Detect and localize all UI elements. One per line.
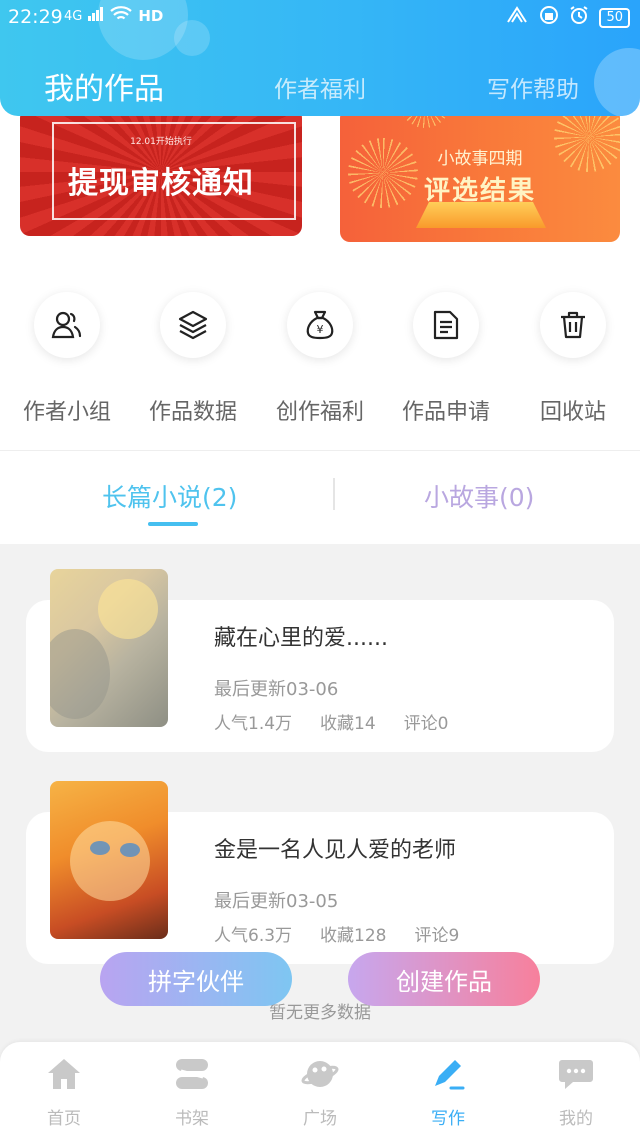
- layers-icon: [160, 292, 226, 358]
- banner-subtitle: 12.01开始执行: [130, 137, 192, 147]
- cover-art: [70, 821, 150, 901]
- tab-separator: [333, 478, 335, 510]
- home-icon: [0, 1054, 128, 1094]
- quick-action-work-application[interactable]: 作品申请: [383, 292, 509, 426]
- nav-item-mine[interactable]: 我的: [512, 1054, 640, 1129]
- money-bag-icon: ¥: [287, 292, 353, 358]
- nav-label: 写作: [431, 1109, 465, 1129]
- quick-action-label: 回收站: [539, 400, 606, 425]
- divider: [0, 450, 640, 451]
- header-tabs: 我的作品 作者福利 写作帮助: [0, 58, 640, 110]
- alarm-clock-icon: [569, 5, 589, 30]
- nav-label: 我的: [559, 1109, 593, 1129]
- quick-action-label: 创作福利: [275, 400, 364, 425]
- nav-label: 书架: [175, 1109, 209, 1129]
- bookshelf-icon: [128, 1054, 256, 1094]
- work-last-updated: 最后更新03-06: [214, 679, 339, 700]
- nav-label: 广场: [303, 1109, 337, 1129]
- pen-icon: [384, 1054, 512, 1094]
- work-title[interactable]: 金是一名人见人爱的老师: [214, 832, 456, 864]
- quick-actions: 作者小组 作品数据 ¥ 创作福利 作品申请 回收站: [0, 292, 640, 432]
- work-title[interactable]: 藏在心里的爱......: [214, 620, 388, 652]
- trash-icon: [540, 292, 606, 358]
- nfc-icon: [505, 6, 529, 29]
- battery-indicator: 50: [599, 7, 630, 28]
- writing-partner-button[interactable]: 拼字伙伴: [100, 952, 292, 1006]
- status-bar: 22:29 4G HD 50: [0, 0, 640, 34]
- tab-long-novels[interactable]: 长篇小说(2): [102, 478, 237, 514]
- alarm-lock-icon: [539, 5, 559, 30]
- quick-action-label: 作品数据: [148, 400, 237, 425]
- page: 12.01开始执行 提现审核通知 小故事四期 评选结果 作者小组 作品数据 ¥ …: [0, 0, 640, 1138]
- banner-title: 提现审核通知: [68, 166, 254, 201]
- work-popularity: 人气6.3万: [214, 926, 293, 946]
- banner-title: 评选结果: [423, 176, 536, 206]
- work-favorites: 收藏14: [320, 714, 376, 734]
- work-stats: 人气6.3万 收藏128 评论9: [214, 921, 487, 946]
- tab-my-works[interactable]: 我的作品: [44, 64, 164, 108]
- wifi-icon: [110, 6, 133, 26]
- work-last-updated: 最后更新03-05: [214, 891, 339, 912]
- svg-text:¥: ¥: [317, 323, 324, 336]
- cover-art: [90, 841, 110, 855]
- quick-action-author-group[interactable]: 作者小组: [4, 292, 130, 426]
- status-left-icons: 4G HD: [64, 6, 163, 26]
- status-time: 22:29: [8, 6, 63, 28]
- nav-item-plaza[interactable]: 广场: [256, 1054, 384, 1129]
- work-stats: 人气1.4万 收藏14 评论0: [214, 709, 477, 734]
- tab-author-benefits[interactable]: 作者福利: [274, 70, 366, 104]
- create-work-button[interactable]: 创建作品: [348, 952, 540, 1006]
- work-cover-image[interactable]: [50, 569, 168, 727]
- work-comments: 评论0: [403, 714, 449, 734]
- work-favorites: 收藏128: [320, 926, 387, 946]
- nav-item-write[interactable]: 写作: [384, 1054, 512, 1129]
- network-type: 4G: [64, 8, 83, 24]
- work-popularity: 人气1.4万: [214, 714, 293, 734]
- chat-bubble-icon: [512, 1054, 640, 1094]
- planet-icon: [256, 1054, 384, 1094]
- cover-art: [98, 579, 158, 639]
- banner-story-results[interactable]: 小故事四期 评选结果: [340, 108, 620, 242]
- work-comments: 评论9: [414, 926, 460, 946]
- bottom-nav: 首页 书架 广场 写作 我的: [0, 1042, 640, 1138]
- quick-action-label: 作品申请: [401, 400, 490, 425]
- banner-subtitle: 小故事四期: [437, 149, 523, 169]
- cover-art: [120, 843, 140, 857]
- tab-short-stories[interactable]: 小故事(0): [424, 478, 534, 514]
- quick-action-label: 作者小组: [22, 400, 111, 425]
- banner-withdraw-notice[interactable]: 12.01开始执行 提现审核通知: [20, 108, 302, 236]
- stage-decoration: [416, 202, 546, 228]
- cover-art: [50, 629, 110, 719]
- app-header: 22:29 4G HD 50 我的作品 作者福利 写作帮助: [0, 0, 640, 116]
- document-icon: [413, 292, 479, 358]
- nav-item-bookshelf[interactable]: 书架: [128, 1054, 256, 1129]
- hd-badge: HD: [138, 7, 164, 25]
- quick-action-recycle-bin[interactable]: 回收站: [510, 292, 636, 426]
- nav-label: 首页: [47, 1109, 81, 1129]
- no-more-data-text: 暂无更多数据: [269, 1003, 371, 1023]
- nav-item-home[interactable]: 首页: [0, 1054, 128, 1129]
- quick-action-creation-benefits[interactable]: ¥ 创作福利: [257, 292, 383, 426]
- tab-writing-help[interactable]: 写作帮助: [487, 70, 579, 104]
- quick-action-work-data[interactable]: 作品数据: [130, 292, 256, 426]
- active-tab-indicator: [148, 522, 198, 526]
- signal-icon: [88, 7, 104, 25]
- work-cover-image[interactable]: [50, 781, 168, 939]
- status-right-icons: 50: [505, 5, 630, 30]
- people-icon: [34, 292, 100, 358]
